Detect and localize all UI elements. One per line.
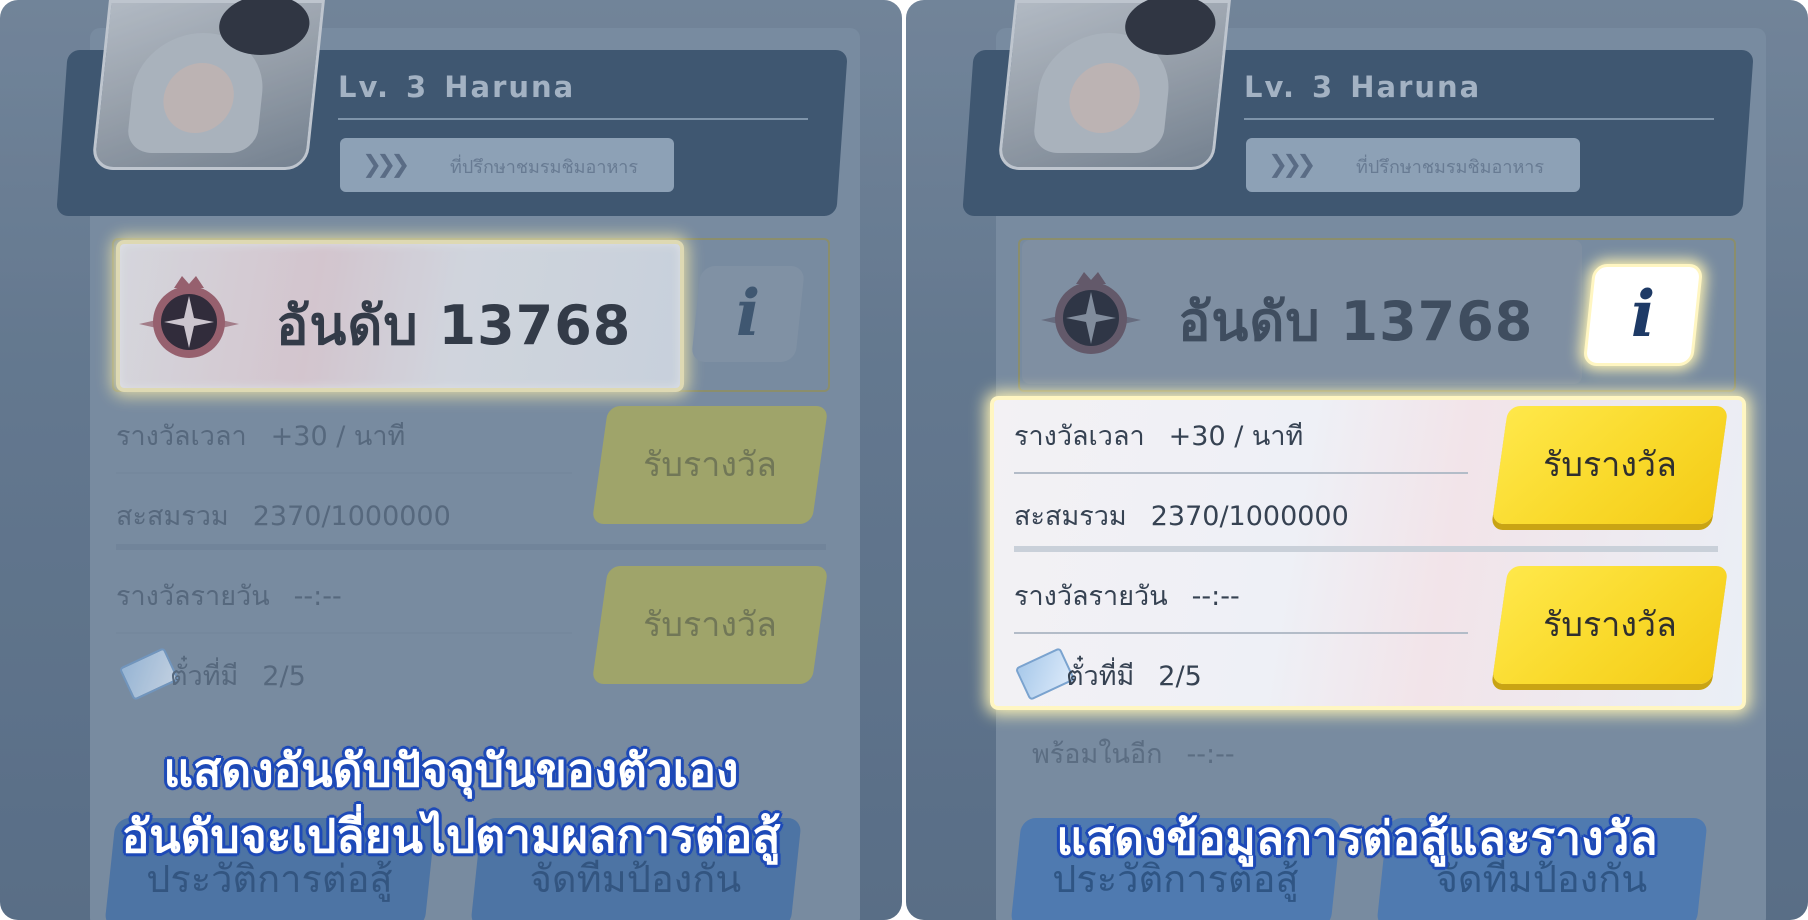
accumulated-row: สะสมรวม 2370/1000000 (1014, 494, 1349, 537)
club-title-badge: ❯❯❯ ที่ปรึกษาชมรมชิมอาหาร (1246, 138, 1580, 192)
portrait-cap (216, 0, 313, 55)
rewards-panel: รางวัลเวลา +30 / นาที สะสมรวม 2370/1000000… (990, 396, 1746, 710)
daily-reward-label: รางวัลรายวัน (1014, 581, 1168, 612)
rewards-panel: รางวัลเวลา +30 / นาที สะสมรวม 2370/1000000… (116, 396, 829, 706)
level-label: Lv. (1244, 70, 1297, 104)
club-title: ที่ปรึกษาชมรมชิมอาหาร (450, 157, 639, 178)
claim-button-label: รับรางวัล (1543, 605, 1677, 645)
character-portrait (91, 0, 325, 170)
info-icon: i (735, 276, 761, 351)
right-tutorial-panel: Lv. 3 Haruna ❯❯❯ ที่ปรึกษาชมรมชิมอาหาร อัน… (906, 0, 1808, 920)
rank-card: อันดับ 13768 (1022, 240, 1582, 384)
accumulated-label: สะสมรวม (1014, 501, 1127, 532)
tickets-value: 2/5 (262, 661, 306, 692)
daily-reward-label: รางวัลรายวัน (116, 581, 270, 612)
left-tutorial-panel: Lv. 3 Haruna ❯❯❯ ที่ปรึกษาชมรมชิมอาหาร อัน… (0, 0, 902, 920)
tickets-value: 2/5 (1158, 661, 1202, 692)
ready-label: พร้อมในอีก (1032, 739, 1163, 770)
rank-label: อันดับ 13768 (1178, 290, 1534, 353)
rank-card: อันดับ 13768 (116, 240, 684, 392)
wings-icon: ❯❯❯ (1268, 150, 1316, 178)
rank-label: อันดับ 13768 (276, 294, 632, 357)
claim-time-reward-button[interactable]: รับรางวัล (1491, 406, 1729, 524)
daily-reward-value: --:-- (1191, 581, 1240, 612)
claim-button-label: รับรางวัล (1543, 445, 1677, 485)
claim-daily-reward-button[interactable]: รับรางวัล (1491, 566, 1729, 684)
tickets-row: ตั๋วที่มี 2/5 (170, 654, 306, 697)
header-divider (338, 118, 808, 120)
character-name: Haruna (1350, 70, 1482, 104)
character-name: Haruna (444, 70, 576, 104)
level-value: 3 (1312, 70, 1335, 104)
time-reward-value: +30 / นาที (1168, 421, 1304, 452)
time-reward-row: รางวัลเวลา +30 / นาที (1014, 414, 1303, 457)
header-divider (1244, 118, 1714, 120)
info-button[interactable]: i (690, 266, 806, 362)
section-separator (1014, 546, 1718, 552)
level-name: Lv. 3 Haruna (1244, 70, 1481, 104)
accumulated-value: 2370/1000000 (1150, 501, 1349, 532)
claim-button-label: รับรางวัล (643, 605, 777, 645)
claim-daily-reward-button[interactable]: รับรางวัล (591, 566, 829, 684)
daily-reward-row: รางวัลรายวัน --:-- (116, 574, 342, 617)
claim-time-reward-button[interactable]: รับรางวัล (591, 406, 829, 524)
info-button[interactable]: i (1582, 264, 1704, 366)
left-caption-line-2: อันดับจะเปลี่ยนไปตามผลการต่อสู้ (121, 809, 781, 863)
level-name: Lv. 3 Haruna (338, 70, 575, 104)
ready-value: --:-- (1186, 739, 1235, 770)
rank-emblem-icon (139, 276, 239, 358)
section-separator (116, 544, 826, 550)
club-title-badge: ❯❯❯ ที่ปรึกษาชมรมชิมอาหาร (340, 138, 674, 192)
row-divider (116, 632, 572, 634)
tickets-label: ตั๋วที่มี (170, 661, 239, 692)
daily-reward-row: รางวัลรายวัน --:-- (1014, 574, 1240, 617)
accumulated-value: 2370/1000000 (252, 501, 451, 532)
tickets-row: ตั๋วที่มี 2/5 (1066, 654, 1202, 697)
ready-row: พร้อมในอีก --:-- (1032, 732, 1235, 775)
right-caption: แสดงข้อมูลการต่อสู้และรางวัล (1056, 811, 1658, 865)
accumulated-row: สะสมรวม 2370/1000000 (116, 494, 451, 537)
daily-reward-value: --:-- (293, 581, 342, 612)
portrait-cap (1122, 0, 1219, 55)
time-reward-value: +30 / นาที (270, 421, 406, 452)
club-title: ที่ปรึกษาชมรมชิมอาหาร (1356, 157, 1545, 178)
row-divider (1014, 632, 1468, 634)
level-label: Lv. (338, 70, 391, 104)
rank-emblem-icon (1041, 272, 1141, 354)
tickets-label: ตั๋วที่มี (1066, 661, 1135, 692)
left-caption-line-1: แสดงอันดับปัจจุบันของตัวเอง (163, 743, 739, 797)
row-divider (116, 472, 572, 474)
claim-button-label: รับรางวัล (643, 445, 777, 485)
tutorial-screen: Lv. 3 Haruna ❯❯❯ ที่ปรึกษาชมรมชิมอาหาร อัน… (0, 0, 1808, 920)
level-value: 3 (406, 70, 429, 104)
time-reward-row: รางวัลเวลา +30 / นาที (116, 414, 405, 457)
time-reward-label: รางวัลเวลา (116, 421, 247, 452)
character-portrait (997, 0, 1231, 170)
info-icon: i (1630, 277, 1656, 352)
time-reward-label: รางวัลเวลา (1014, 421, 1145, 452)
accumulated-label: สะสมรวม (116, 501, 229, 532)
row-divider (1014, 472, 1468, 474)
wings-icon: ❯❯❯ (362, 150, 410, 178)
